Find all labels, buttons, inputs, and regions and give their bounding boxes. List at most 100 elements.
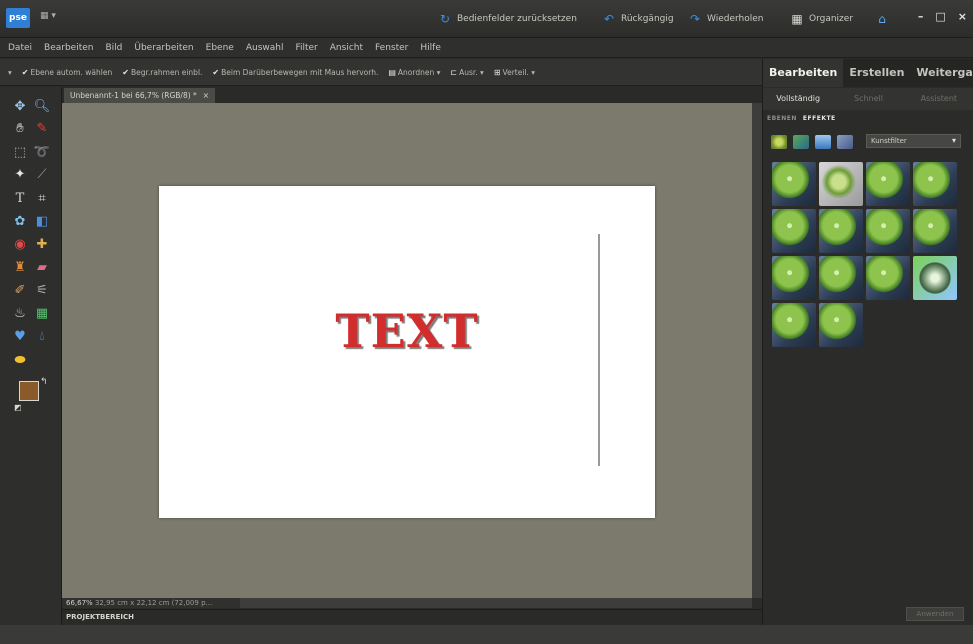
redo-label: Wiederholen <box>707 14 764 24</box>
bounding-box-label: Begr.rahmen einbl. <box>130 67 203 77</box>
move-tool-icon[interactable]: ✥ <box>10 97 30 117</box>
document-tab-title: Unbenannt-1 bei 66,7% (RGB/8) * <box>70 91 197 100</box>
cookie-cutter-tool-icon[interactable]: ✿ <box>10 212 30 232</box>
layout-button[interactable]: ▦ ▾ <box>40 11 56 25</box>
vertical-scrollbar[interactable] <box>752 103 762 598</box>
checkmark-icon: ✔ <box>212 67 220 77</box>
lasso-tool-icon[interactable]: ➰ <box>32 143 52 163</box>
eraser-tool-icon[interactable]: ▰ <box>32 258 52 278</box>
layer-styles-icon[interactable] <box>793 135 809 149</box>
effect-thumbnail[interactable] <box>866 256 910 300</box>
crop-tool-icon[interactable]: ⌗ <box>32 189 52 209</box>
default-colors-icon[interactable]: ◩ <box>14 403 22 412</box>
menu-hilfe[interactable]: Hilfe <box>420 43 440 53</box>
arrange-dropdown[interactable]: ▤ Anordnen ▾ <box>388 68 440 77</box>
align-label: Ausr. ▾ <box>459 67 484 77</box>
zoom-tool-icon[interactable]: 🔍︎ <box>32 97 52 117</box>
effect-thumbnail[interactable] <box>866 162 910 206</box>
filters-icon[interactable] <box>771 135 787 149</box>
menu-bild[interactable]: Bild <box>105 43 122 53</box>
shape-tool-icon[interactable]: ♥ <box>10 327 30 347</box>
effect-thumbnail[interactable] <box>819 256 863 300</box>
align-dropdown[interactable]: ⊏ Ausr. ▾ <box>450 68 483 77</box>
effect-thumbnail[interactable] <box>819 162 863 206</box>
auto-select-checkbox[interactable]: ✔ Ebene autom. wählen <box>22 68 112 77</box>
reset-panels-button[interactable]: ↻ Bedienfelder zurücksetzen <box>438 12 577 26</box>
effect-thumbnail[interactable] <box>819 303 863 347</box>
home-button[interactable]: ⌂ <box>875 12 889 26</box>
tab-vollstaendig[interactable]: Vollständig <box>763 88 833 110</box>
gradient-tool-icon[interactable]: ▦ <box>32 304 52 324</box>
menu-ebene[interactable]: Ebene <box>206 43 234 53</box>
effect-thumbnail[interactable] <box>913 162 957 206</box>
menu-filter[interactable]: Filter <box>295 43 317 53</box>
hover-highlight-checkbox[interactable]: ✔ Beim Darüberbewegen mit Maus hervorh. <box>212 68 378 77</box>
quick-selection-tool-icon[interactable]: ⟋ <box>32 165 52 185</box>
undo-button[interactable]: ↶ Rückgängig <box>602 12 674 26</box>
menu-bearbeiten[interactable]: Bearbeiten <box>44 43 93 53</box>
horizontal-scrollbar[interactable] <box>240 598 752 608</box>
foreground-color-swatch[interactable] <box>19 381 39 401</box>
effect-thumbnail[interactable] <box>772 303 816 347</box>
title-bar: pse ▦ ▾ ↻ Bedienfelder zurücksetzen ↶ Rü… <box>0 0 973 38</box>
magic-wand-tool-icon[interactable]: ✦ <box>10 165 30 185</box>
menu-ueberarbeiten[interactable]: Überarbeiten <box>134 43 193 53</box>
project-area-bar[interactable]: PROJEKTBEREICH <box>62 609 762 625</box>
healing-brush-tool-icon[interactable]: ✚ <box>32 235 52 255</box>
photo-effects-icon[interactable] <box>815 135 831 149</box>
clone-stamp-tool-icon[interactable]: ♜ <box>10 258 30 278</box>
distribute-dropdown[interactable]: ⊞ Verteil. ▾ <box>494 68 535 77</box>
effect-thumbnail[interactable] <box>913 209 957 253</box>
smart-brush-tool-icon[interactable]: ⚟ <box>32 281 52 301</box>
window-controls: – □ × <box>918 10 967 23</box>
project-area-label: PROJEKTBEREICH <box>66 613 134 621</box>
document-canvas[interactable]: TEXT <box>159 186 655 518</box>
tab-effekte[interactable]: EFFEKTE <box>803 115 836 122</box>
paint-bucket-tool-icon[interactable]: ♨ <box>10 304 30 324</box>
tab-schnell[interactable]: Schnell <box>833 88 903 110</box>
recompose-tool-icon[interactable]: ◧ <box>32 212 52 232</box>
maximize-button[interactable]: □ <box>935 10 945 23</box>
all-effects-icon[interactable] <box>837 135 853 149</box>
options-menu-arrow[interactable]: ▾ <box>8 68 12 77</box>
effect-thumbnail[interactable] <box>772 209 816 253</box>
tab-bearbeiten[interactable]: Bearbeiten <box>763 59 844 87</box>
swap-colors-icon[interactable]: ↰ <box>40 377 48 387</box>
blur-tool-icon[interactable]: 💧︎ <box>32 327 52 347</box>
hand-tool-icon[interactable]: ✋︎ <box>10 119 30 139</box>
menu-datei[interactable]: Datei <box>8 43 32 53</box>
canvas-area[interactable]: TEXT <box>62 103 752 598</box>
menu-fenster[interactable]: Fenster <box>375 43 408 53</box>
redo-button[interactable]: ↷ Wiederholen <box>688 12 764 26</box>
effect-thumbnail[interactable] <box>866 209 910 253</box>
effect-thumbnail[interactable] <box>819 209 863 253</box>
tab-assistent[interactable]: Assistent <box>904 88 973 110</box>
menu-auswahl[interactable]: Auswahl <box>246 43 284 53</box>
effect-thumbnail[interactable] <box>913 256 957 300</box>
text-cursor <box>598 234 600 466</box>
text-layer[interactable]: TEXT <box>159 304 655 358</box>
close-tab-icon[interactable]: × <box>203 88 209 103</box>
tab-weitergabe[interactable]: Weitergabe <box>910 59 973 87</box>
red-eye-tool-icon[interactable]: ◉ <box>10 235 30 255</box>
minimize-button[interactable]: – <box>918 10 924 23</box>
organizer-button[interactable]: ▦ Organizer <box>790 12 853 26</box>
effect-thumbnail[interactable] <box>772 256 816 300</box>
eyedropper-tool-icon[interactable]: ✎ <box>32 119 52 139</box>
effect-thumbnail[interactable] <box>772 162 816 206</box>
menu-ansicht[interactable]: Ansicht <box>330 43 363 53</box>
filter-category-select[interactable]: Kunstfilter <box>866 134 961 148</box>
zoom-level[interactable]: 66,67% <box>66 599 93 607</box>
sponge-tool-icon[interactable]: ⬬ <box>10 351 30 371</box>
bounding-box-checkbox[interactable]: ✔ Begr.rahmen einbl. <box>122 68 202 77</box>
apply-button[interactable]: Anwenden <box>906 607 964 621</box>
type-tool-icon[interactable]: T <box>10 189 30 209</box>
document-tab[interactable]: Unbenannt-1 bei 66,7% (RGB/8) * × <box>64 88 216 103</box>
brush-tool-icon[interactable]: ✐ <box>10 281 30 301</box>
tab-erstellen[interactable]: Erstellen <box>843 59 910 87</box>
menu-bar: Datei Bearbeiten Bild Überarbeiten Ebene… <box>0 38 973 58</box>
close-button[interactable]: × <box>958 10 967 23</box>
distribute-icon: ⊞ <box>493 67 501 77</box>
marquee-tool-icon[interactable]: ⬚ <box>10 143 30 163</box>
tab-ebenen[interactable]: EBENEN <box>767 115 797 122</box>
